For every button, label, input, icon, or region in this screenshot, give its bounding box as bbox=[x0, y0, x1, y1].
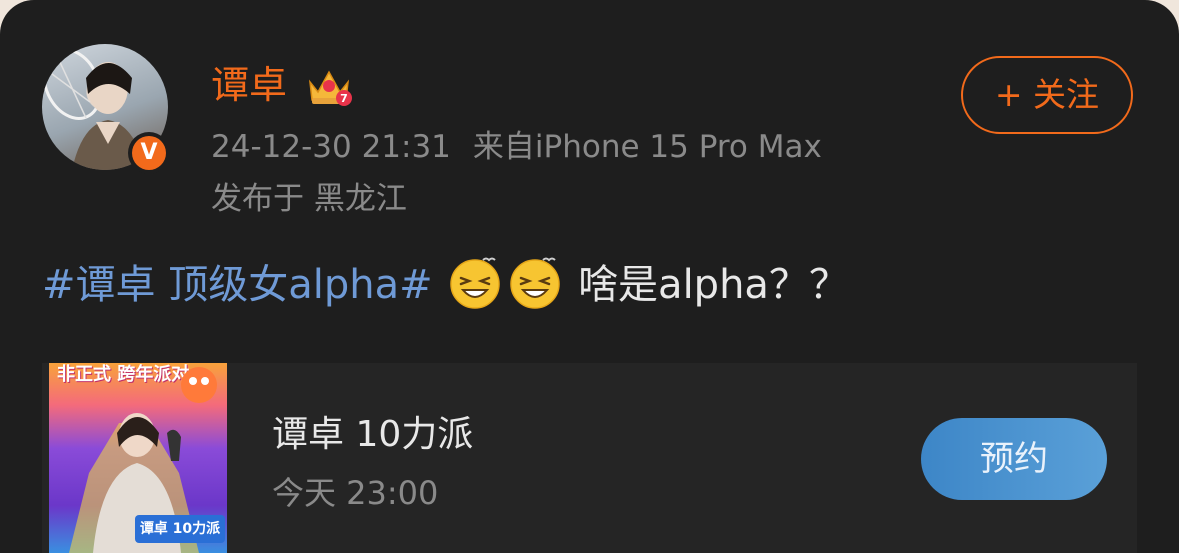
hashtag-link[interactable]: #谭卓 顶级女alpha# bbox=[42, 262, 433, 308]
author-name[interactable]: 谭卓 bbox=[211, 60, 287, 110]
squint-laugh-emoji-icon bbox=[450, 257, 501, 309]
post-location: 发布于 黑龙江 bbox=[211, 181, 407, 217]
live-title: 谭卓 10力派 bbox=[272, 414, 474, 455]
live-reservation-card[interactable]: 非正式 跨年派对 谭卓 10力派 谭卓 10力派 今天 23:00 预约 bbox=[42, 363, 1137, 553]
verified-v-icon: V bbox=[132, 136, 166, 170]
crown-level: 7 bbox=[340, 92, 348, 105]
squint-laugh-emoji-icon bbox=[510, 257, 561, 309]
verified-badge: V bbox=[128, 132, 170, 174]
poster-badge: 谭卓 10力派 bbox=[135, 515, 225, 543]
post-meta: 24-12-30 21:31 来自iPhone 15 Pro Max bbox=[211, 126, 822, 168]
live-poster-image: 非正式 跨年派对 谭卓 10力派 bbox=[49, 363, 227, 553]
post-body-text: 啥是alpha？？ bbox=[578, 262, 849, 308]
post-text: #谭卓 顶级女alpha# 啥是alpha？？ bbox=[42, 254, 849, 315]
follow-button[interactable]: + 关注 bbox=[961, 56, 1133, 134]
reserve-button[interactable]: 预约 bbox=[921, 418, 1107, 500]
post-source[interactable]: 来自iPhone 15 Pro Max bbox=[473, 129, 822, 165]
post-timestamp: 24-12-30 21:31 bbox=[211, 129, 451, 165]
live-time: 今天 23:00 bbox=[272, 474, 439, 512]
post-card: V 谭卓 7 24-12-30 21:31 来自iPhone 15 Pro Max… bbox=[0, 0, 1179, 553]
crown-icon[interactable]: 7 bbox=[306, 62, 352, 108]
